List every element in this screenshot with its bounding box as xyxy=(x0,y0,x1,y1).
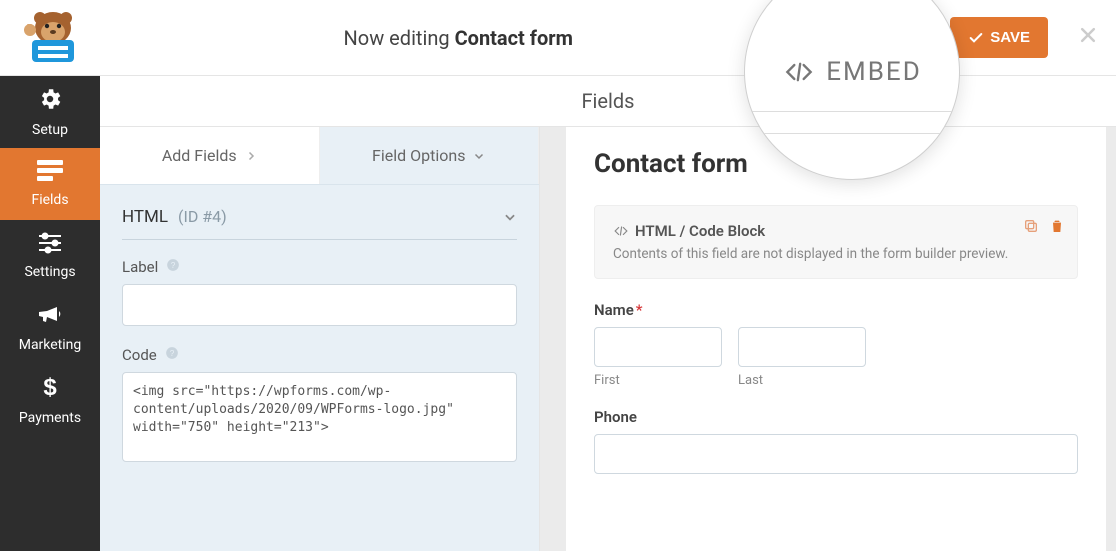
sidebar-item-label: Settings xyxy=(24,264,75,280)
tab-add-fields[interactable]: Add Fields xyxy=(100,127,320,184)
first-name-input[interactable] xyxy=(594,327,722,367)
field-header-toggle[interactable]: HTML (ID #4) xyxy=(122,207,517,240)
topbar: Now editing Contact form EMBED SAVE xyxy=(0,0,1116,76)
code-icon xyxy=(840,29,862,47)
last-name-wrap: Last xyxy=(738,327,866,388)
svg-text:$: $ xyxy=(43,374,57,400)
name-row: First Last xyxy=(594,327,1078,388)
sidebar-item-payments[interactable]: $ Payments xyxy=(0,364,100,436)
sidebar-item-settings[interactable]: Settings xyxy=(0,220,100,292)
block-title-text: HTML / Code Block xyxy=(635,222,765,240)
gear-icon xyxy=(37,86,63,116)
dollar-icon: $ xyxy=(41,374,59,404)
label-label: Label xyxy=(122,258,158,276)
sidebar: Setup Fields Settings Marketing $ Paymen… xyxy=(0,76,100,551)
help-icon[interactable]: ? xyxy=(165,346,179,364)
label-input[interactable] xyxy=(122,284,517,326)
field-options-pane: HTML (ID #4) Label ? Code xyxy=(100,185,539,551)
section-title: Fields xyxy=(100,76,1116,127)
close-icon xyxy=(1078,25,1098,45)
preview-panel: Contact form HTML / Code Block xyxy=(566,127,1106,551)
phone-input[interactable] xyxy=(594,434,1078,474)
sidebar-item-label: Fields xyxy=(31,192,68,208)
gutter-right xyxy=(1106,127,1116,551)
phone-field-label: Phone xyxy=(594,408,1078,426)
save-label: SAVE xyxy=(990,29,1030,46)
embed-label: EMBED xyxy=(870,29,926,46)
close-button[interactable] xyxy=(1066,25,1116,51)
chevron-down-icon xyxy=(473,150,485,162)
code-label: Code xyxy=(122,346,157,364)
help-icon[interactable]: ? xyxy=(166,258,180,276)
last-sublabel: Last xyxy=(738,373,866,388)
chevron-right-icon xyxy=(245,150,257,162)
check-icon xyxy=(968,30,984,46)
block-subtitle: Contents of this field are not displayed… xyxy=(613,246,1059,262)
code-row: Code ? xyxy=(122,346,517,364)
duplicate-icon[interactable] xyxy=(1023,218,1039,238)
sidebar-item-label: Payments xyxy=(19,410,81,426)
first-name-wrap: First xyxy=(594,327,722,388)
tab-label: Field Options xyxy=(372,146,465,165)
columns: Add Fields Field Options HTML (ID #4) xyxy=(100,127,1116,551)
list-icon xyxy=(37,160,63,186)
label-row: Label ? xyxy=(122,258,517,276)
html-block-field[interactable]: HTML / Code Block Contents of this field… xyxy=(594,205,1078,279)
field-header-title: HTML (ID #4) xyxy=(122,207,227,227)
field-type-name: HTML xyxy=(122,207,168,227)
field-id: (ID #4) xyxy=(178,207,227,226)
editing-prefix: Now editing xyxy=(344,26,455,50)
last-name-input[interactable] xyxy=(738,327,866,367)
editing-title: Now editing Contact form xyxy=(92,26,824,50)
main-shell: Setup Fields Settings Marketing $ Paymen… xyxy=(0,76,1116,551)
sidebar-item-marketing[interactable]: Marketing xyxy=(0,292,100,364)
embed-button[interactable]: EMBED xyxy=(824,21,942,55)
gutter-left xyxy=(540,127,566,551)
first-sublabel: First xyxy=(594,373,722,388)
megaphone-icon xyxy=(37,303,63,331)
block-title: HTML / Code Block xyxy=(613,222,1059,240)
sliders-icon xyxy=(37,232,63,258)
sidebar-item-fields[interactable]: Fields xyxy=(0,148,100,220)
svg-text:?: ? xyxy=(169,349,174,358)
sidebar-item-setup[interactable]: Setup xyxy=(0,76,100,148)
block-actions xyxy=(1023,218,1065,238)
sidebar-item-label: Marketing xyxy=(19,337,82,353)
sidebar-item-label: Setup xyxy=(32,122,68,138)
code-textarea[interactable]: <img src="https://wpforms.com/wp-content… xyxy=(122,372,517,462)
panel-tabs: Add Fields Field Options xyxy=(100,127,539,185)
name-field-label: Name* xyxy=(594,301,1078,319)
chevron-down-icon xyxy=(503,210,517,224)
center-area: Fields Add Fields Field Options xyxy=(100,76,1116,551)
save-button[interactable]: SAVE xyxy=(950,17,1048,58)
svg-text:?: ? xyxy=(171,261,176,270)
tab-label: Add Fields xyxy=(162,146,237,165)
delete-icon[interactable] xyxy=(1049,218,1065,238)
required-asterisk: * xyxy=(636,301,643,319)
mascot-logo xyxy=(14,7,92,69)
form-title[interactable]: Contact form xyxy=(594,149,1078,179)
code-icon xyxy=(613,224,629,238)
editing-form-name: Contact form xyxy=(455,26,573,50)
tab-field-options[interactable]: Field Options xyxy=(320,127,540,184)
left-panel: Add Fields Field Options HTML (ID #4) xyxy=(100,127,540,551)
